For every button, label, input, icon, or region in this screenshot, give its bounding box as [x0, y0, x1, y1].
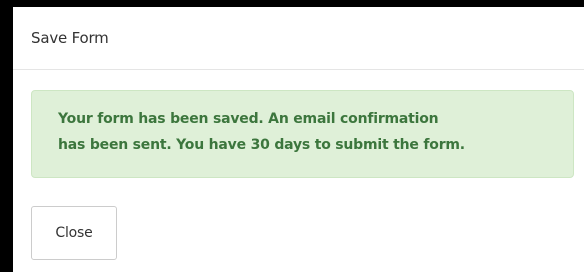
dialog-title: Save Form: [31, 29, 109, 47]
close-button[interactable]: Close: [31, 206, 117, 260]
success-alert: Your form has been saved. An email confi…: [31, 90, 574, 178]
dialog-header: Save Form: [13, 7, 584, 70]
save-form-dialog: Save Form Your form has been saved. An e…: [13, 7, 584, 272]
dialog-body: Your form has been saved. An email confi…: [13, 70, 584, 178]
alert-message-line-1: Your form has been saved. An email confi…: [58, 111, 439, 127]
alert-message-line-2: has been sent. You have 30 days to submi…: [58, 137, 465, 153]
